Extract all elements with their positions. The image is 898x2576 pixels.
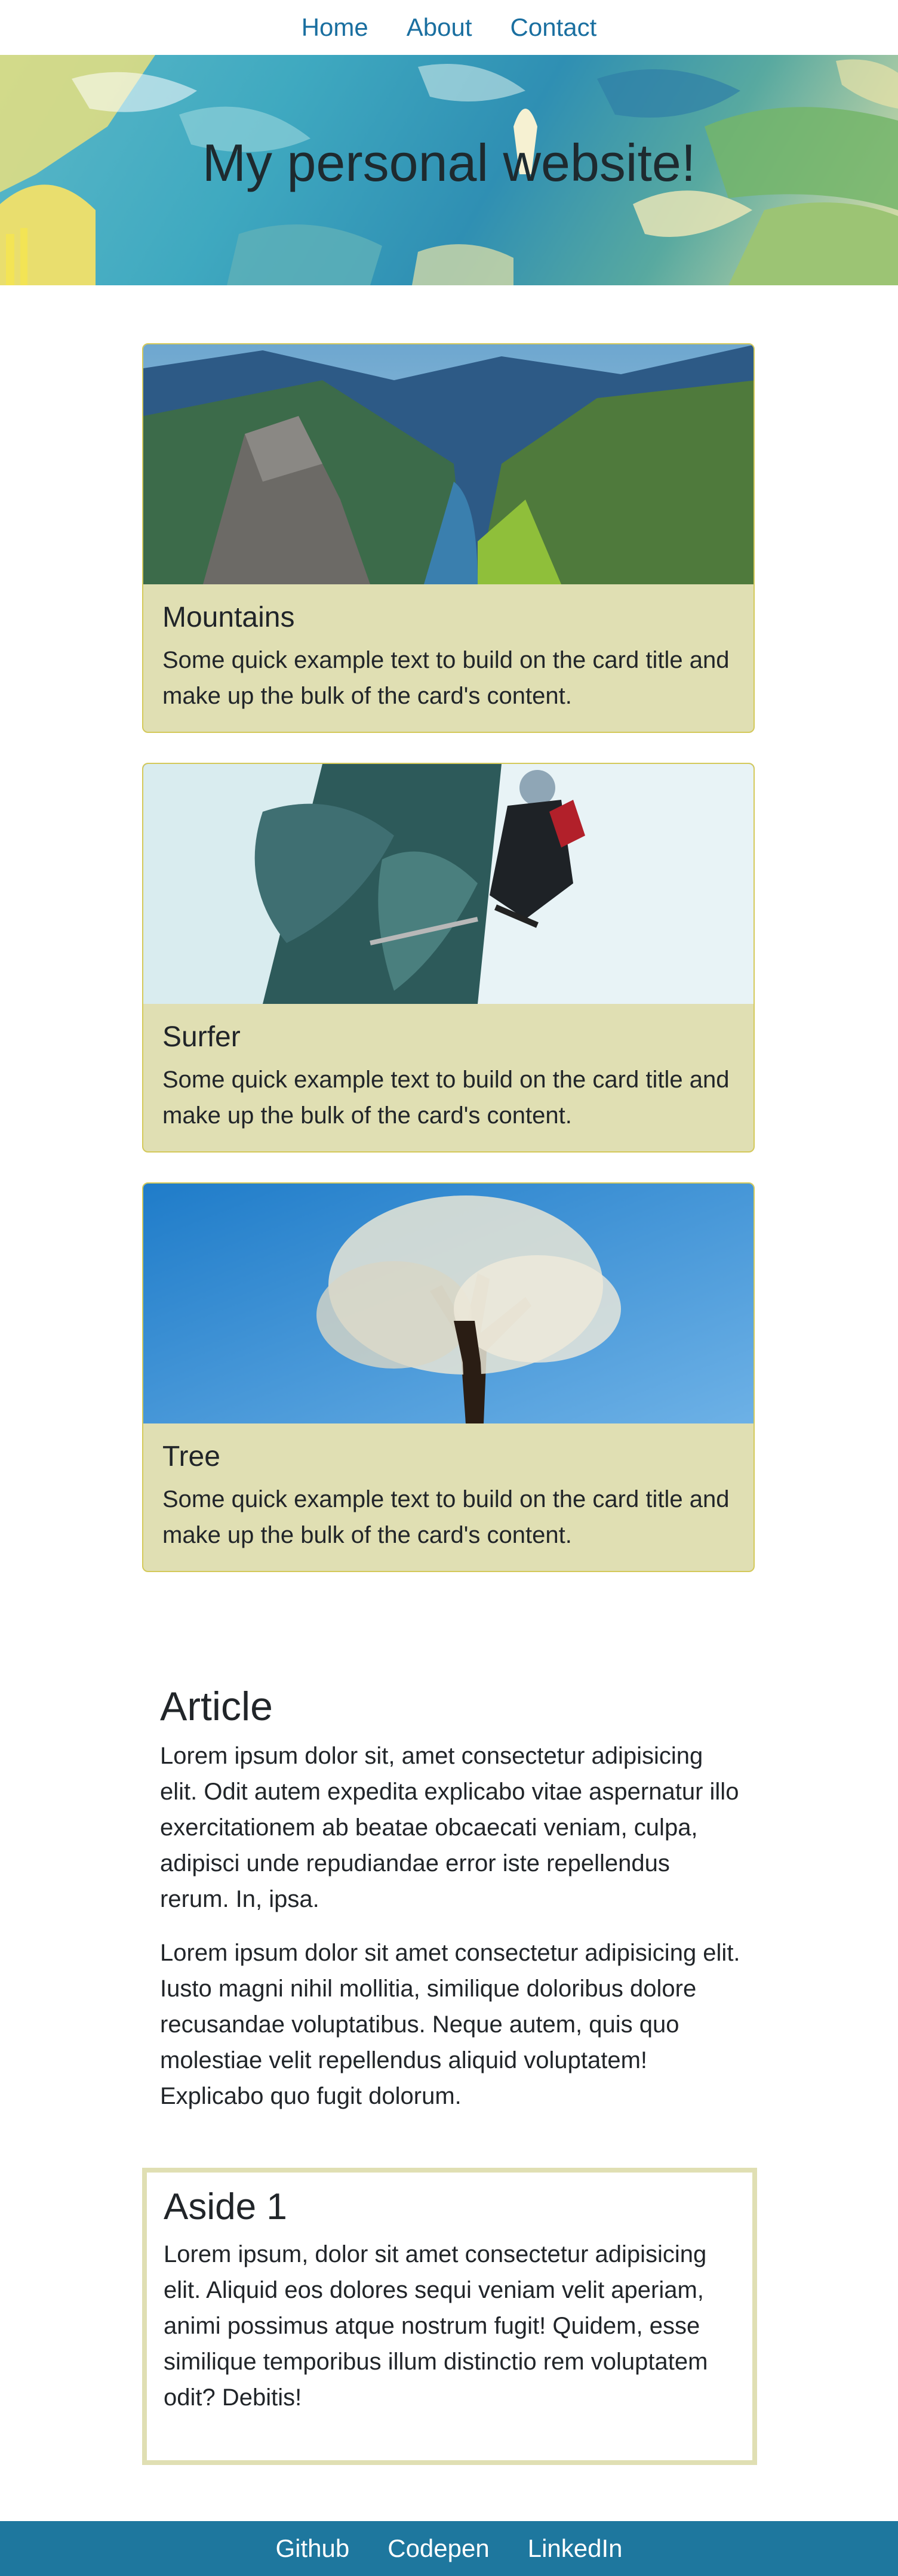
- nav-contact-link[interactable]: Contact: [510, 13, 597, 42]
- card-tree[interactable]: Tree Some quick example text to build on…: [142, 1182, 755, 1572]
- card-mountains[interactable]: Mountains Some quick example text to bui…: [142, 343, 755, 733]
- nav-home-link[interactable]: Home: [302, 13, 368, 42]
- card-body: Surfer Some quick example text to build …: [143, 1004, 754, 1151]
- hero-title: My personal website!: [202, 133, 696, 192]
- card-text: Some quick example text to build on the …: [162, 1067, 730, 1129]
- kayaker-whitewater-photo: [143, 764, 754, 1004]
- article-paragraph: Lorem ipsum dolor sit amet consectetur a…: [160, 1940, 740, 2109]
- card-list: Mountains Some quick example text to bui…: [142, 343, 757, 1602]
- card-body: Tree Some quick example text to build on…: [143, 1423, 754, 1571]
- blossom-tree-photo: [143, 1184, 754, 1423]
- card-text: Some quick example text to build on the …: [162, 647, 730, 709]
- card-image: [143, 764, 754, 1004]
- card-text: Some quick example text to build on the …: [162, 1486, 730, 1548]
- card-image: [143, 1184, 754, 1423]
- aside-text: Lorem ipsum, dolor sit amet consectetur …: [164, 2241, 708, 2411]
- nav-about-link[interactable]: About: [407, 13, 472, 42]
- footer-linkedin-link[interactable]: LinkedIn: [528, 2534, 623, 2563]
- card-title: Mountains: [162, 602, 295, 633]
- article-paragraph: Lorem ipsum dolor sit, amet consectetur …: [160, 1743, 739, 1912]
- aside-title: Aside 1: [164, 2186, 287, 2227]
- footer: Github Codepen LinkedIn: [0, 2521, 898, 2576]
- aside-box: Aside 1 Lorem ipsum, dolor sit amet cons…: [142, 2168, 757, 2465]
- article-section: Article Lorem ipsum dolor sit, amet cons…: [160, 1683, 745, 2132]
- card-image: [143, 344, 754, 584]
- top-nav: Home About Contact: [0, 0, 898, 55]
- mountain-fjord-photo: [143, 344, 754, 584]
- card-title: Tree: [162, 1441, 220, 1472]
- footer-github-link[interactable]: Github: [275, 2534, 349, 2563]
- card-title: Surfer: [162, 1021, 241, 1053]
- card-body: Mountains Some quick example text to bui…: [143, 584, 754, 732]
- hero-banner: My personal website!: [0, 55, 898, 285]
- footer-codepen-link[interactable]: Codepen: [388, 2534, 489, 2563]
- article-title: Article: [160, 1684, 273, 1729]
- card-surfer[interactable]: Surfer Some quick example text to build …: [142, 763, 755, 1153]
